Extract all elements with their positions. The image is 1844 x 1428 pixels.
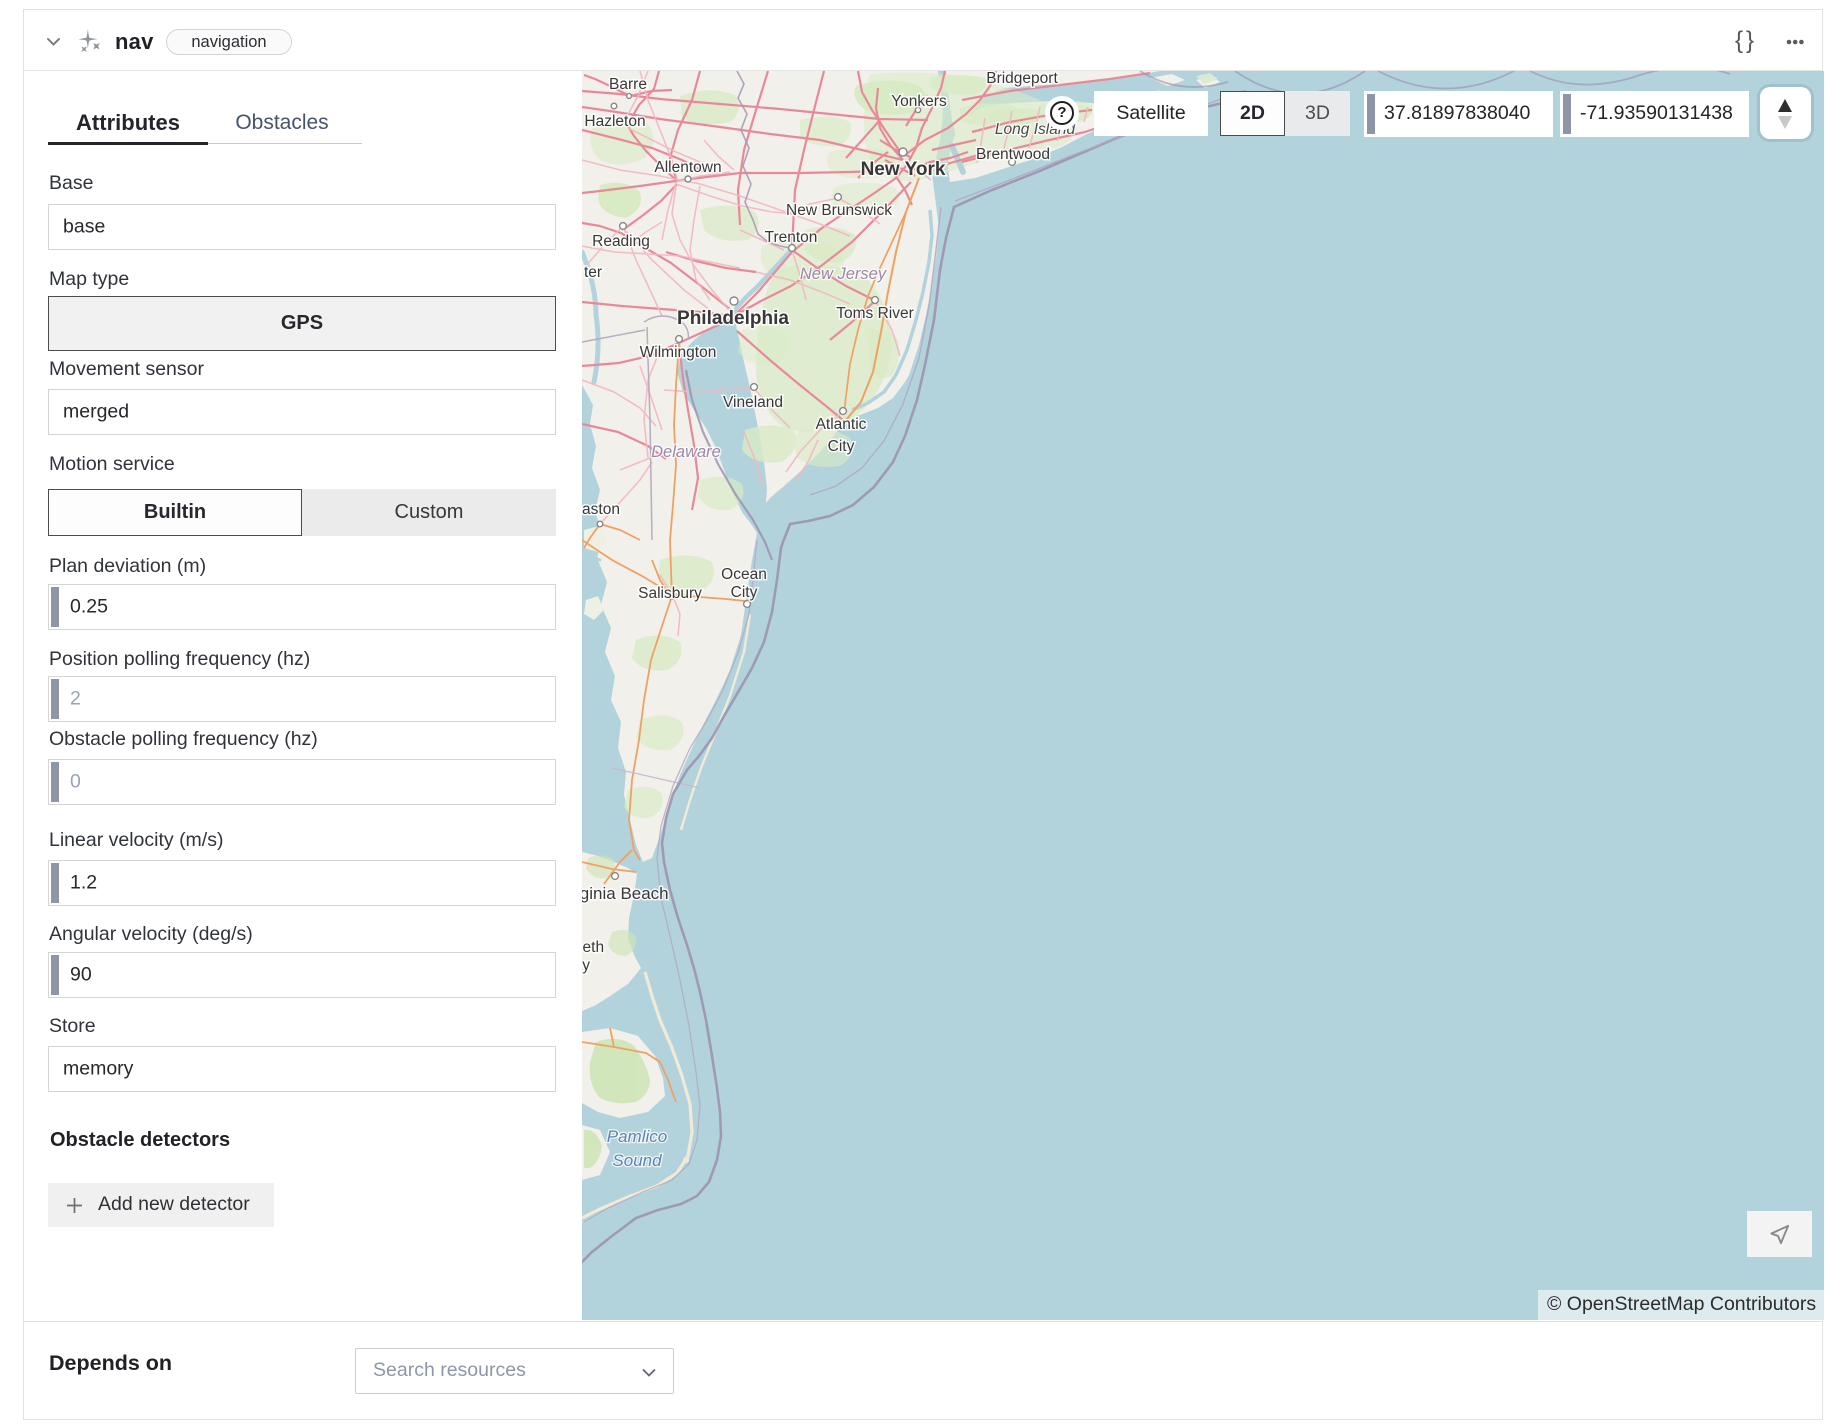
svg-text:City: City (828, 438, 855, 455)
svg-text:Delaware: Delaware (651, 443, 721, 461)
svg-text:Brentwood: Brentwood (976, 146, 1050, 163)
svg-text:Philadelphia: Philadelphia (677, 308, 789, 329)
svg-text:Pamlico: Pamlico (607, 1127, 667, 1146)
svg-text:Virginia Beach: Virginia Beach (582, 884, 669, 903)
svg-text:ty: ty (582, 957, 590, 974)
svg-text:New Jersey: New Jersey (800, 265, 888, 283)
svg-text:Allentown: Allentown (654, 159, 721, 176)
svg-text:Reading: Reading (592, 233, 650, 250)
svg-text:aston: aston (582, 501, 620, 518)
svg-text:Hazleton: Hazleton (584, 113, 645, 130)
svg-text:Vineland: Vineland (723, 394, 783, 411)
svg-text:Atlantic: Atlantic (816, 416, 867, 433)
svg-text:Yonkers: Yonkers (891, 93, 947, 110)
svg-text:New York: New York (861, 159, 946, 180)
svg-text:Salisbury: Salisbury (638, 585, 702, 602)
svg-text:Sound: Sound (612, 1151, 662, 1170)
svg-text:Wilmington: Wilmington (640, 344, 717, 361)
svg-text:Barre: Barre (609, 76, 647, 93)
svg-text:beth: beth (582, 939, 604, 956)
svg-text:ter: ter (584, 264, 602, 281)
svg-text:City: City (731, 584, 758, 601)
svg-text:Trenton: Trenton (765, 229, 818, 246)
svg-text:Ocean: Ocean (721, 566, 767, 583)
svg-text:Bridgeport: Bridgeport (986, 71, 1058, 87)
svg-text:Toms River: Toms River (836, 305, 914, 322)
svg-text:New Brunswick: New Brunswick (786, 202, 892, 219)
